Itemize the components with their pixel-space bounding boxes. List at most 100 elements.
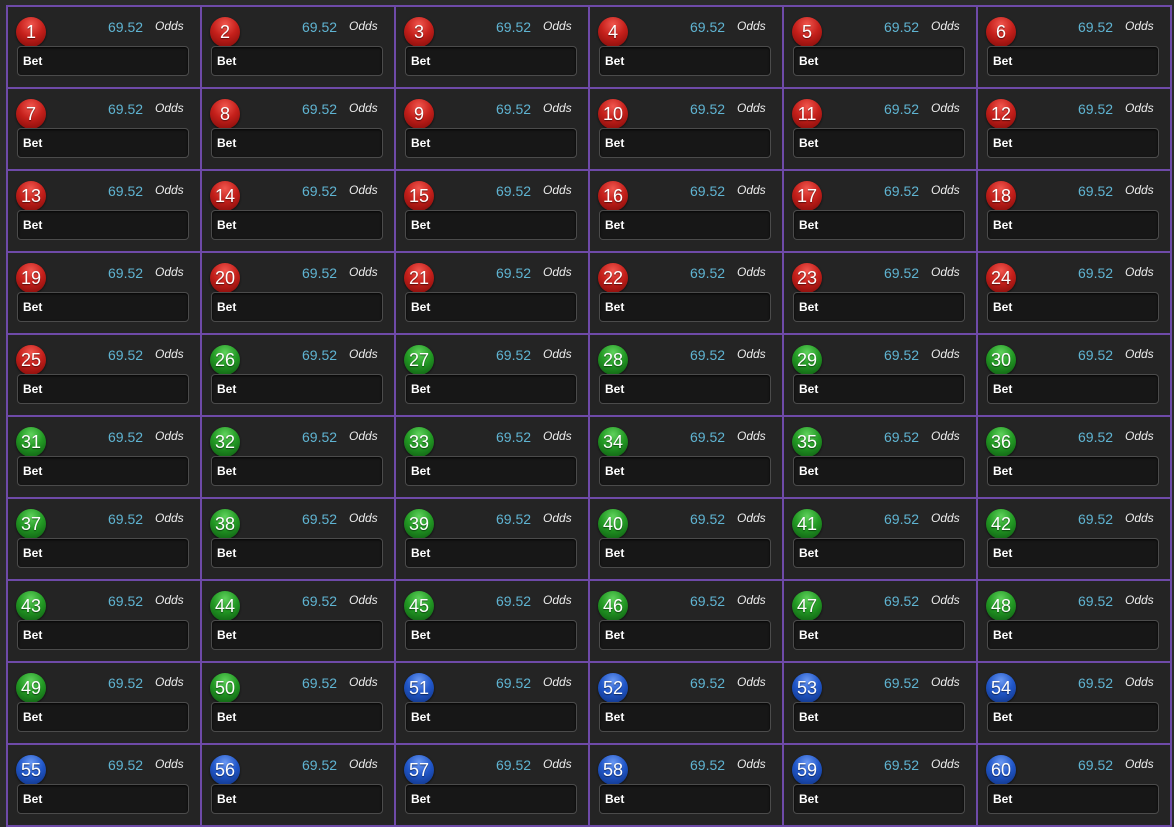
number-ball[interactable]: 53 [792, 673, 822, 703]
bet-input[interactable] [987, 620, 1159, 650]
bet-input[interactable] [599, 46, 771, 76]
bet-input[interactable] [17, 784, 189, 814]
bet-input[interactable] [17, 292, 189, 322]
bet-input[interactable] [793, 702, 965, 732]
number-ball[interactable]: 21 [404, 263, 434, 293]
number-ball[interactable]: 15 [404, 181, 434, 211]
bet-input[interactable] [211, 210, 383, 240]
bet-input[interactable] [793, 128, 965, 158]
bet-input[interactable] [987, 374, 1159, 404]
bet-input[interactable] [987, 292, 1159, 322]
bet-input[interactable] [599, 702, 771, 732]
bet-input[interactable] [17, 538, 189, 568]
bet-input[interactable] [599, 538, 771, 568]
bet-input[interactable] [17, 46, 189, 76]
bet-input[interactable] [17, 456, 189, 486]
bet-input[interactable] [17, 620, 189, 650]
bet-input[interactable] [987, 128, 1159, 158]
bet-input[interactable] [793, 620, 965, 650]
bet-input[interactable] [987, 784, 1159, 814]
number-ball[interactable]: 6 [986, 17, 1016, 47]
number-ball[interactable]: 16 [598, 181, 628, 211]
number-ball[interactable]: 27 [404, 345, 434, 375]
bet-input[interactable] [793, 538, 965, 568]
bet-input[interactable] [405, 620, 577, 650]
number-ball[interactable]: 40 [598, 509, 628, 539]
number-ball[interactable]: 45 [404, 591, 434, 621]
number-ball[interactable]: 29 [792, 345, 822, 375]
number-ball[interactable]: 11 [792, 99, 822, 129]
bet-input[interactable] [987, 538, 1159, 568]
bet-input[interactable] [793, 456, 965, 486]
number-ball[interactable]: 3 [404, 17, 434, 47]
number-ball[interactable]: 9 [404, 99, 434, 129]
bet-input[interactable] [211, 374, 383, 404]
number-ball[interactable]: 7 [16, 99, 46, 129]
bet-input[interactable] [987, 210, 1159, 240]
number-ball[interactable]: 20 [210, 263, 240, 293]
bet-input[interactable] [599, 456, 771, 486]
number-ball[interactable]: 30 [986, 345, 1016, 375]
bet-input[interactable] [405, 374, 577, 404]
bet-input[interactable] [211, 784, 383, 814]
bet-input[interactable] [793, 784, 965, 814]
number-ball[interactable]: 60 [986, 755, 1016, 785]
bet-input[interactable] [405, 128, 577, 158]
number-ball[interactable]: 47 [792, 591, 822, 621]
number-ball[interactable]: 31 [16, 427, 46, 457]
number-ball[interactable]: 19 [16, 263, 46, 293]
number-ball[interactable]: 13 [16, 181, 46, 211]
number-ball[interactable]: 14 [210, 181, 240, 211]
number-ball[interactable]: 54 [986, 673, 1016, 703]
number-ball[interactable]: 43 [16, 591, 46, 621]
bet-input[interactable] [17, 374, 189, 404]
number-ball[interactable]: 2 [210, 17, 240, 47]
bet-input[interactable] [405, 456, 577, 486]
number-ball[interactable]: 18 [986, 181, 1016, 211]
number-ball[interactable]: 8 [210, 99, 240, 129]
bet-input[interactable] [793, 292, 965, 322]
number-ball[interactable]: 42 [986, 509, 1016, 539]
number-ball[interactable]: 32 [210, 427, 240, 457]
bet-input[interactable] [211, 456, 383, 486]
number-ball[interactable]: 5 [792, 17, 822, 47]
bet-input[interactable] [599, 620, 771, 650]
bet-input[interactable] [405, 292, 577, 322]
number-ball[interactable]: 35 [792, 427, 822, 457]
number-ball[interactable]: 52 [598, 673, 628, 703]
number-ball[interactable]: 51 [404, 673, 434, 703]
bet-input[interactable] [599, 128, 771, 158]
bet-input[interactable] [405, 784, 577, 814]
number-ball[interactable]: 10 [598, 99, 628, 129]
bet-input[interactable] [599, 784, 771, 814]
number-ball[interactable]: 1 [16, 17, 46, 47]
bet-input[interactable] [987, 46, 1159, 76]
number-ball[interactable]: 36 [986, 427, 1016, 457]
bet-input[interactable] [987, 456, 1159, 486]
number-ball[interactable]: 55 [16, 755, 46, 785]
bet-input[interactable] [405, 538, 577, 568]
number-ball[interactable]: 25 [16, 345, 46, 375]
bet-input[interactable] [405, 702, 577, 732]
bet-input[interactable] [987, 702, 1159, 732]
number-ball[interactable]: 17 [792, 181, 822, 211]
bet-input[interactable] [211, 292, 383, 322]
bet-input[interactable] [793, 46, 965, 76]
number-ball[interactable]: 59 [792, 755, 822, 785]
number-ball[interactable]: 12 [986, 99, 1016, 129]
number-ball[interactable]: 23 [792, 263, 822, 293]
number-ball[interactable]: 56 [210, 755, 240, 785]
number-ball[interactable]: 49 [16, 673, 46, 703]
bet-input[interactable] [599, 292, 771, 322]
number-ball[interactable]: 44 [210, 591, 240, 621]
bet-input[interactable] [211, 128, 383, 158]
number-ball[interactable]: 26 [210, 345, 240, 375]
number-ball[interactable]: 4 [598, 17, 628, 47]
bet-input[interactable] [211, 46, 383, 76]
bet-input[interactable] [211, 538, 383, 568]
number-ball[interactable]: 28 [598, 345, 628, 375]
number-ball[interactable]: 39 [404, 509, 434, 539]
bet-input[interactable] [793, 374, 965, 404]
number-ball[interactable]: 34 [598, 427, 628, 457]
bet-input[interactable] [405, 46, 577, 76]
